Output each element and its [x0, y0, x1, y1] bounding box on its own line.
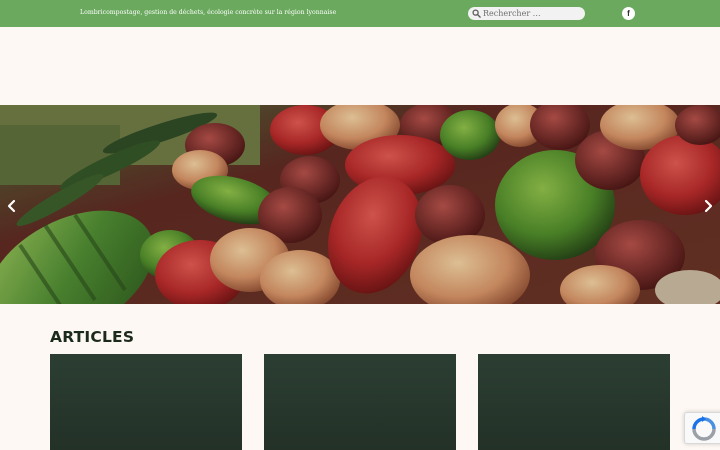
top-bar: Lombricompostage, gestion de déchets, éc… — [0, 0, 720, 27]
search-icon[interactable] — [472, 9, 481, 18]
hero-slider[interactable] — [0, 105, 720, 304]
articles-heading: ARTICLES — [50, 328, 135, 346]
article-card[interactable] — [264, 354, 456, 450]
article-card[interactable] — [50, 354, 242, 450]
article-card[interactable] — [478, 354, 670, 450]
search-box[interactable] — [468, 7, 585, 20]
chevron-left-icon[interactable] — [6, 199, 18, 213]
recaptcha-icon — [692, 416, 716, 441]
slider-image — [0, 105, 720, 304]
site-header — [0, 27, 720, 105]
facebook-icon[interactable]: f — [622, 7, 635, 20]
chevron-right-icon[interactable] — [702, 199, 714, 213]
search-input[interactable] — [483, 7, 581, 20]
site-tagline: Lombricompostage, gestion de déchets, éc… — [80, 9, 337, 16]
recaptcha-badge[interactable] — [684, 412, 720, 444]
